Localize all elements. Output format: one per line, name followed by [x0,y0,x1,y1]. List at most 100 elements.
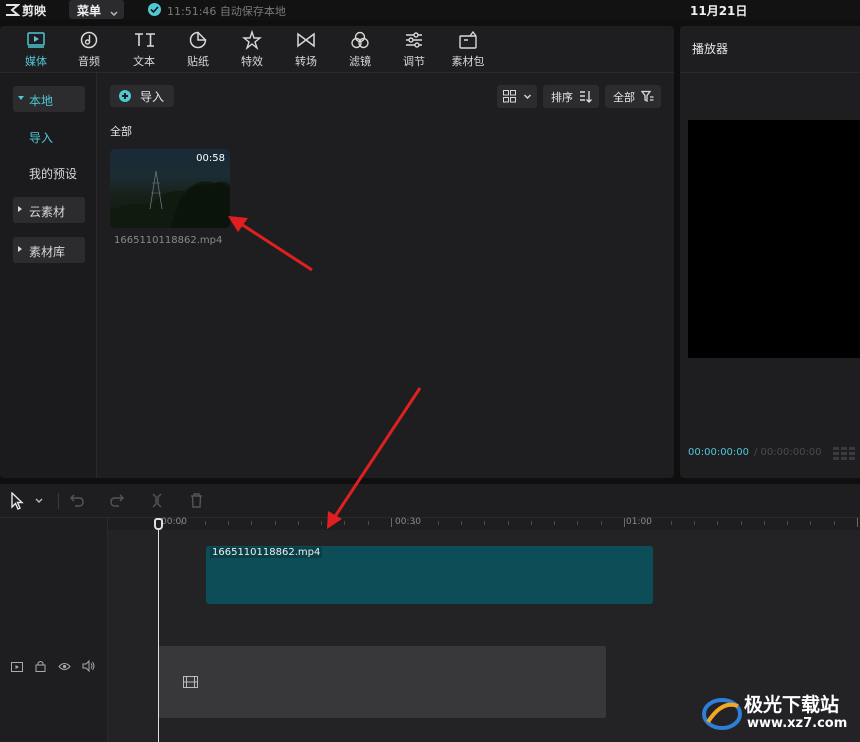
filter-funnel-icon [641,90,654,103]
title-bar: 剪映 菜单 11:51:46 自动保存本地 11月21日 [0,0,860,20]
playhead-handle[interactable] [154,518,163,530]
app-name: 剪映 [22,4,47,18]
audio-icon [80,31,98,49]
material-pack-icon [459,30,477,49]
video-track-icon[interactable] [11,662,23,672]
chevron-down-icon [524,94,531,99]
caret-right-icon [18,246,22,252]
volume-icon[interactable] [82,660,95,672]
sidebar-item-import[interactable]: 导入 [29,129,53,146]
ruler-tick [344,521,345,525]
tab-audio[interactable]: 音频 [63,26,115,72]
caret-down-icon [18,96,24,100]
sort-label: 排序 [551,91,573,104]
tab-media[interactable]: 媒体 [10,26,62,72]
chevron-down-icon[interactable] [34,496,44,506]
media-filename: 1665110118862.mp4 [114,235,223,246]
date-label: 11月21日 [690,4,748,18]
tab-transition[interactable]: 转场 [280,26,332,72]
ruler-tick [554,521,555,525]
tab-effects-label: 特效 [241,55,263,68]
tab-sticker-label: 贴纸 [187,55,209,68]
tab-filter[interactable]: 滤镜 [334,26,386,72]
divider [0,72,674,73]
tab-sticker[interactable]: 贴纸 [172,26,224,72]
film-icon [183,676,198,688]
tab-adjust[interactable]: 调节 [388,26,440,72]
redo-icon[interactable] [110,494,124,507]
ruler-tick [438,521,439,525]
main-track[interactable] [158,646,606,718]
import-label: 导入 [140,90,165,104]
toolbar-separator [58,493,59,509]
save-check-icon [148,3,161,16]
tab-text[interactable]: 文本 [118,26,170,72]
sidebar-item-label: 素材库 [29,245,66,259]
ruler-tick [368,521,369,525]
media-thumbnail[interactable]: 00:58 [110,149,230,228]
tab-material-pack-label: 素材包 [451,55,485,68]
lock-icon[interactable] [35,660,46,672]
ruler-tick [461,521,462,525]
ruler-label-30: 00:30 [395,517,421,527]
plus-icon [119,90,131,102]
transition-icon [297,32,315,48]
ruler-tick [321,521,322,525]
caret-right-icon [18,206,22,212]
section-label: 全部 [110,125,132,138]
video-clip[interactable]: 1665110118862.mp4 [206,546,653,604]
ruler-tick [508,521,509,525]
playhead-line [158,524,159,742]
filter-label: 全部 [613,91,635,104]
autosave-status: 11:51:46 自动保存本地 [167,5,286,18]
sticker-icon [189,31,207,49]
sort-button[interactable]: 排序 [543,85,599,108]
ruler-tick [717,521,718,525]
sidebar-item-cloud[interactable]: 云素材 [13,197,85,223]
menu-label: 菜单 [77,4,102,18]
sidebar-item-library[interactable]: 素材库 [13,237,85,263]
menu-button[interactable]: 菜单 [69,0,124,19]
split-icon[interactable] [150,493,164,508]
divider [680,72,860,73]
eye-icon[interactable] [58,662,71,671]
asset-toolbar: 媒体 音频 文本 贴纸 特效 转场 滤镜 调节 素材包 [0,26,674,72]
watermark-domain: www.xz7.com [747,716,848,731]
ruler-tick [624,518,625,527]
ruler-tick [205,521,206,525]
watermark-logo-icon [702,698,742,730]
sidebar-item-local[interactable]: 本地 [13,86,85,112]
delete-icon[interactable] [190,493,203,508]
player-screen[interactable] [688,120,860,358]
ruler-tick [298,521,299,525]
import-button[interactable]: 导入 [110,85,174,107]
player-title: 播放器 [692,42,729,56]
ruler-tick [764,521,765,525]
app-logo-icon [4,2,21,18]
filter-icon [351,31,369,49]
tab-material-pack[interactable]: 素材包 [442,26,494,72]
ruler-tick [694,521,695,525]
ruler-tick [577,521,578,525]
undo-icon[interactable] [70,494,84,507]
timeline-toolbar [0,484,860,517]
watermark: 极光下载站 www.xz7.com [700,690,860,742]
ruler-tick [251,521,252,525]
select-cursor-icon[interactable] [10,492,24,510]
view-mode-button[interactable] [497,85,537,108]
ruler-tick [228,521,229,525]
media-sidebar: 本地 导入 我的预设 云素材 素材库 [0,73,97,478]
adjust-icon [406,32,422,48]
grid-icon [833,447,855,460]
tab-effects[interactable]: 特效 [226,26,278,72]
sidebar-item-my-presets[interactable]: 我的预设 [29,165,77,182]
tab-transition-label: 转场 [295,55,317,68]
ruler-label-60: 01:00 [626,517,652,527]
track-header [0,518,108,742]
duration-badge: 00:58 [196,153,225,164]
timeline-ruler[interactable]: 00:00 00:30 01:00 [108,517,860,530]
chevron-down-icon [109,4,119,17]
ruler-tick [810,521,811,525]
filter-all-button[interactable]: 全部 [605,85,661,108]
tab-media-label: 媒体 [25,55,47,68]
